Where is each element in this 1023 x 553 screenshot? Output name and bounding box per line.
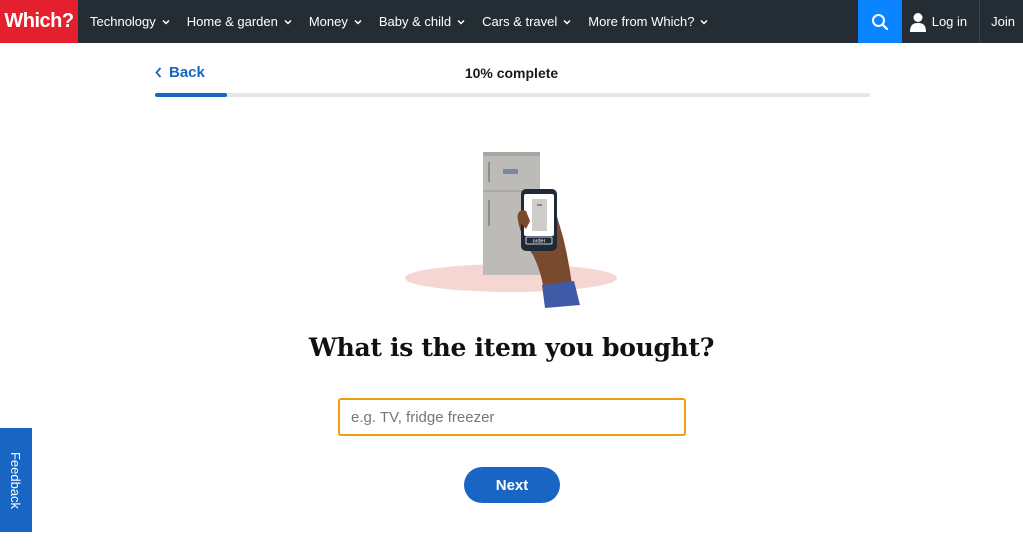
chevron-down-icon	[563, 19, 571, 25]
login-label: Log in	[931, 14, 968, 29]
feedback-label: Feedback	[8, 451, 24, 509]
fridge-phone-illustration: order	[405, 152, 617, 308]
which-logo[interactable]: Which?	[0, 0, 78, 43]
feedback-tab[interactable]: Feedback	[0, 428, 32, 532]
chevron-down-icon	[457, 19, 465, 25]
item-input[interactable]	[338, 398, 686, 436]
search-icon	[871, 13, 888, 30]
logo-text: Which?	[4, 10, 74, 32]
nav-item-cars-travel[interactable]: Cars & travel	[474, 0, 580, 43]
nav-item-label: More from Which?	[588, 14, 695, 29]
phone-order-button: order	[533, 239, 546, 245]
nav-item-baby-child[interactable]: Baby & child	[371, 0, 474, 43]
nav-menu: Technology Home & garden Money Baby & ch…	[78, 0, 717, 43]
join-button[interactable]: Join	[980, 0, 1023, 43]
nav-item-label: Technology	[90, 14, 156, 29]
chevron-down-icon	[162, 19, 170, 25]
nav-item-home-garden[interactable]: Home & garden	[179, 0, 301, 43]
login-button[interactable]: Log in	[902, 0, 981, 43]
chevron-down-icon	[354, 19, 362, 25]
join-label: Join	[991, 14, 1015, 29]
progress-bar-fill	[155, 93, 227, 97]
top-navigation: Which? Technology Home & garden Money Ba…	[0, 0, 1023, 43]
chevron-down-icon	[284, 19, 292, 25]
nav-item-label: Home & garden	[186, 14, 278, 29]
question-title: What is the item you bought?	[308, 333, 715, 362]
progress-status: 10% complete	[464, 65, 559, 81]
nav-item-more-from-which[interactable]: More from Which?	[580, 0, 717, 43]
nav-item-label: Money	[308, 14, 348, 29]
nav-item-technology[interactable]: Technology	[82, 0, 179, 43]
search-button[interactable]	[857, 0, 902, 43]
nav-item-money[interactable]: Money	[301, 0, 371, 43]
next-button[interactable]: Next	[464, 467, 560, 503]
nav-item-label: Baby & child	[378, 14, 452, 29]
chevron-down-icon	[700, 19, 709, 25]
nav-item-label: Cars & travel	[482, 14, 558, 29]
progress-bar	[155, 93, 870, 97]
user-icon	[909, 12, 926, 32]
